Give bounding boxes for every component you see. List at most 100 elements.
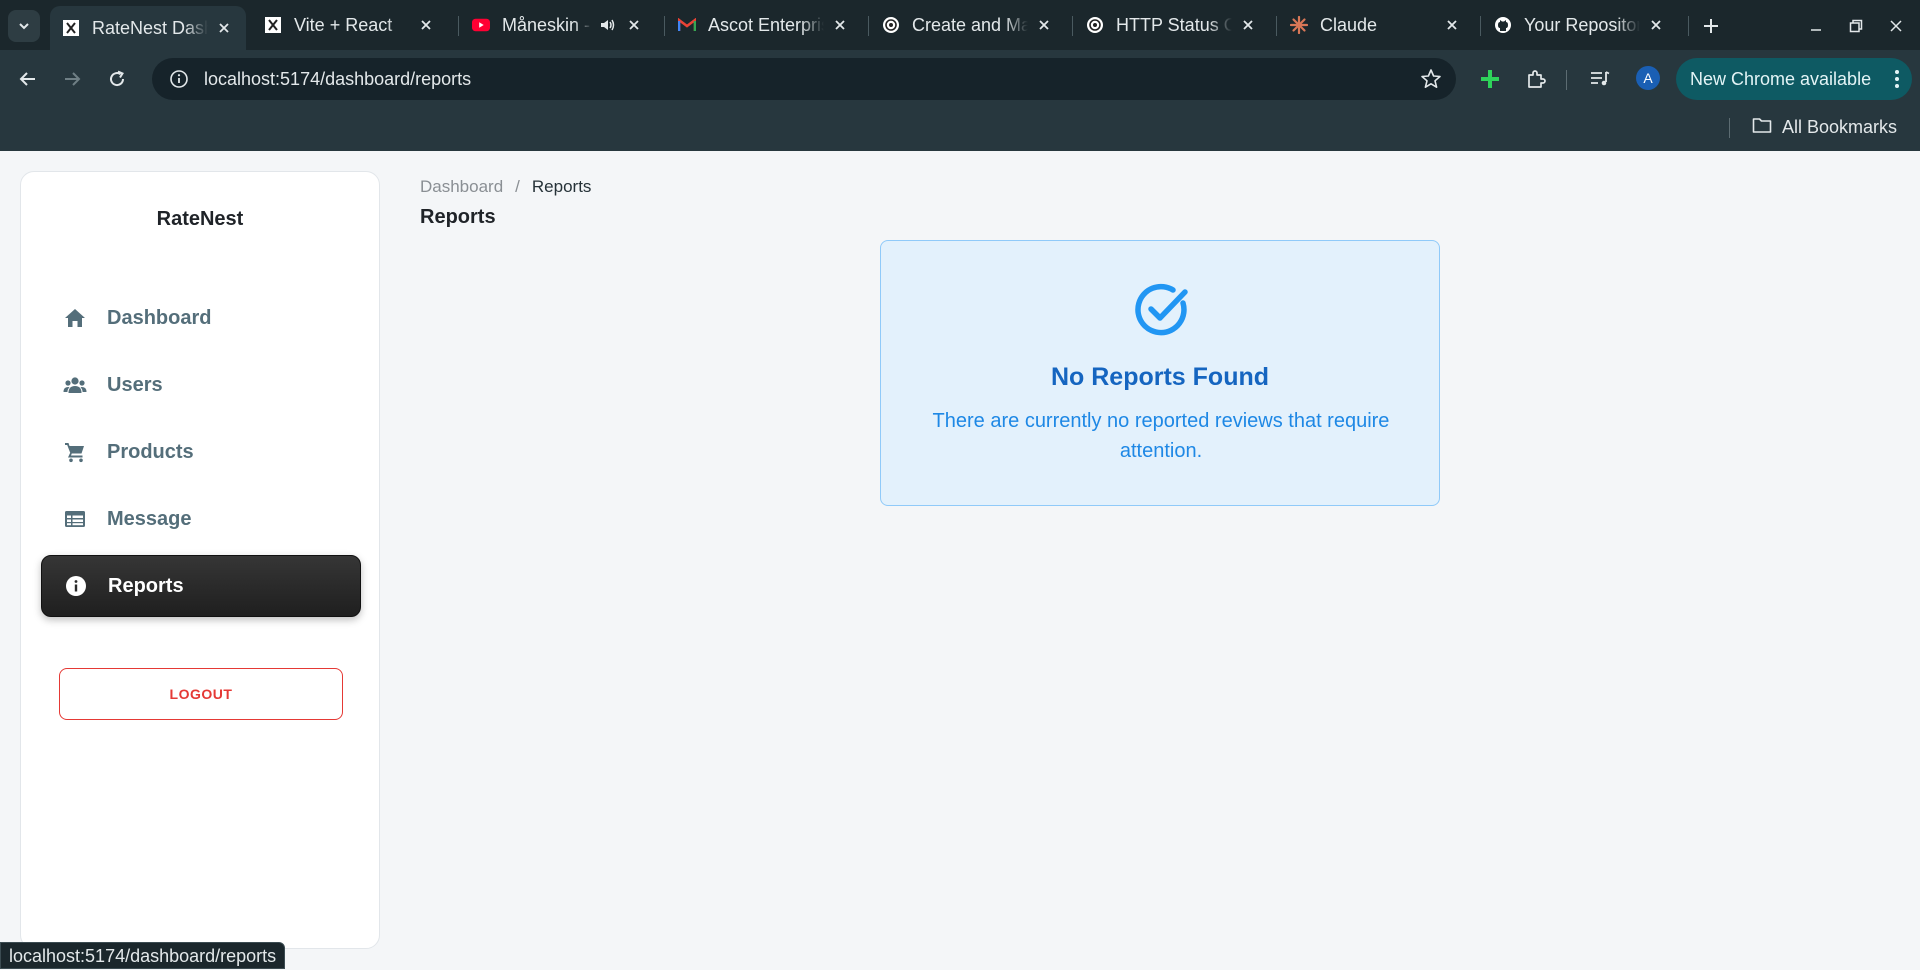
tab-divider bbox=[868, 16, 869, 36]
close-icon[interactable] bbox=[416, 15, 436, 35]
restore-button[interactable] bbox=[1844, 14, 1868, 38]
tab-maneskin[interactable]: Måneskin - bbox=[460, 6, 656, 44]
close-icon bbox=[1890, 20, 1902, 32]
tab-title: Ascot Enterprises bbox=[708, 14, 824, 35]
empty-state-heading: No Reports Found bbox=[1050, 363, 1270, 391]
url-text: localhost:5174/dashboard/reports bbox=[204, 68, 472, 89]
gmail-icon bbox=[678, 16, 696, 34]
tab-title: Your Repositories bbox=[1524, 14, 1640, 35]
browser-toolbar: localhost:5174/dashboard/reports bbox=[0, 50, 1920, 108]
tab-divider bbox=[664, 16, 665, 36]
update-label: New Chrome available bbox=[1690, 68, 1872, 89]
sidebar-item-users[interactable]: Users bbox=[41, 354, 361, 416]
close-icon[interactable] bbox=[1238, 15, 1258, 35]
breadcrumb-separator: / bbox=[515, 177, 520, 196]
browser-window: RateNest Dashboard Vite + React Måneskin… bbox=[0, 0, 1920, 151]
empty-state-card: No Reports Found There are currently no … bbox=[880, 240, 1440, 506]
star-icon[interactable] bbox=[1420, 68, 1442, 95]
sidebar-item-label: Products bbox=[107, 440, 194, 463]
speaker-icon[interactable] bbox=[598, 15, 618, 35]
ratenest-icon bbox=[62, 19, 80, 37]
check-circle-icon bbox=[1135, 283, 1188, 336]
cart-icon bbox=[61, 438, 89, 466]
profile-avatar[interactable]: A bbox=[1636, 66, 1660, 90]
breadcrumb: Dashboard / Reports bbox=[420, 177, 591, 197]
profile-initial: A bbox=[1643, 70, 1653, 86]
address-bar[interactable]: localhost:5174/dashboard/reports bbox=[152, 58, 1456, 100]
media-controls-icon[interactable] bbox=[1586, 65, 1614, 93]
minimize-icon bbox=[1811, 29, 1821, 31]
status-bar-url: localhost:5174/dashboard/reports bbox=[0, 942, 286, 969]
tab-vite-react[interactable]: Vite + React bbox=[252, 6, 448, 44]
tab-ascot-enterprises[interactable]: Ascot Enterprises bbox=[666, 6, 862, 44]
arrow-right-icon bbox=[65, 72, 81, 86]
tab-strip: RateNest Dashboard Vite + React Måneskin… bbox=[0, 0, 1920, 50]
close-icon[interactable] bbox=[624, 15, 644, 35]
claude-icon bbox=[1290, 16, 1308, 34]
extension-plus-icon[interactable] bbox=[1476, 65, 1504, 93]
tab-title: Create and Manage bbox=[912, 14, 1028, 35]
reload-button[interactable] bbox=[101, 63, 133, 95]
sidebar-item-products[interactable]: Products bbox=[41, 421, 361, 483]
extensions-icon[interactable] bbox=[1522, 65, 1550, 93]
tab-title: Måneskin - bbox=[502, 14, 591, 35]
arrow-left-icon bbox=[19, 72, 35, 86]
bookmarks-divider bbox=[1729, 118, 1730, 138]
ratenest-icon bbox=[264, 16, 282, 34]
github-icon bbox=[1494, 16, 1512, 34]
sidebar: RateNest Dashboard Users Products Messag… bbox=[20, 171, 380, 949]
tab-claude[interactable]: Claude bbox=[1278, 6, 1474, 44]
tab-divider bbox=[458, 16, 459, 36]
openai-icon bbox=[1086, 16, 1104, 34]
all-bookmarks-label: All Bookmarks bbox=[1782, 117, 1898, 137]
table-icon bbox=[61, 505, 89, 533]
close-icon[interactable] bbox=[214, 18, 234, 38]
toolbar-divider bbox=[1566, 70, 1567, 90]
sidebar-item-message[interactable]: Message bbox=[41, 488, 361, 550]
app-viewport: RateNest Dashboard Users Products Messag… bbox=[0, 151, 1920, 969]
tab-github-repositories[interactable]: Your Repositories bbox=[1482, 6, 1678, 44]
tab-title: RateNest Dashboard bbox=[92, 17, 208, 38]
breadcrumb-link-dashboard[interactable]: Dashboard bbox=[420, 177, 503, 197]
minimize-button[interactable] bbox=[1804, 14, 1828, 38]
chevron-down-icon bbox=[19, 23, 29, 30]
close-window-button[interactable] bbox=[1884, 14, 1908, 38]
sidebar-item-label: Message bbox=[107, 507, 192, 530]
folder-icon bbox=[1752, 116, 1772, 139]
youtube-icon bbox=[472, 16, 490, 34]
sidebar-item-reports[interactable]: Reports bbox=[41, 555, 361, 617]
breadcrumb-current: Reports bbox=[531, 177, 592, 196]
tab-http-status[interactable]: HTTP Status Codes bbox=[1074, 6, 1270, 44]
bookmarks-bar: All Bookmarks bbox=[0, 108, 1920, 151]
sidebar-item-dashboard[interactable]: Dashboard bbox=[41, 287, 361, 349]
tab-divider bbox=[1072, 16, 1073, 36]
close-icon[interactable] bbox=[1646, 15, 1666, 35]
sidebar-item-label: Users bbox=[107, 373, 163, 396]
forward-button[interactable] bbox=[56, 63, 88, 95]
tab-ratenest-dashboard[interactable]: RateNest Dashboard bbox=[50, 6, 246, 50]
info-icon bbox=[62, 572, 90, 600]
users-icon bbox=[61, 371, 89, 399]
new-chrome-available-button[interactable]: New Chrome available bbox=[1676, 58, 1912, 100]
sidebar-item-label: Reports bbox=[108, 574, 184, 597]
page-title: Reports bbox=[420, 206, 496, 228]
logout-button[interactable]: LOGOUT bbox=[59, 668, 343, 720]
tab-divider bbox=[1480, 16, 1481, 36]
tab-title: HTTP Status Codes bbox=[1116, 14, 1232, 35]
plus-icon bbox=[1704, 19, 1718, 33]
tab-create-and-manage[interactable]: Create and Manage bbox=[870, 6, 1066, 44]
tab-divider bbox=[1276, 16, 1277, 36]
empty-state-description: There are currently no reported reviews … bbox=[932, 410, 1390, 462]
close-icon[interactable] bbox=[830, 15, 850, 35]
back-button[interactable] bbox=[12, 63, 44, 95]
close-icon[interactable] bbox=[1034, 15, 1054, 35]
more-vert-icon[interactable] bbox=[1894, 68, 1900, 95]
site-info-icon[interactable] bbox=[158, 58, 200, 100]
close-icon[interactable] bbox=[1442, 15, 1462, 35]
all-bookmarks-button[interactable]: All Bookmarks bbox=[1752, 116, 1897, 139]
tab-divider bbox=[1688, 16, 1689, 36]
openai-icon bbox=[882, 16, 900, 34]
new-tab-button[interactable] bbox=[1699, 14, 1723, 38]
tab-title: Claude bbox=[1320, 14, 1378, 35]
tab-search-button[interactable] bbox=[8, 10, 40, 42]
